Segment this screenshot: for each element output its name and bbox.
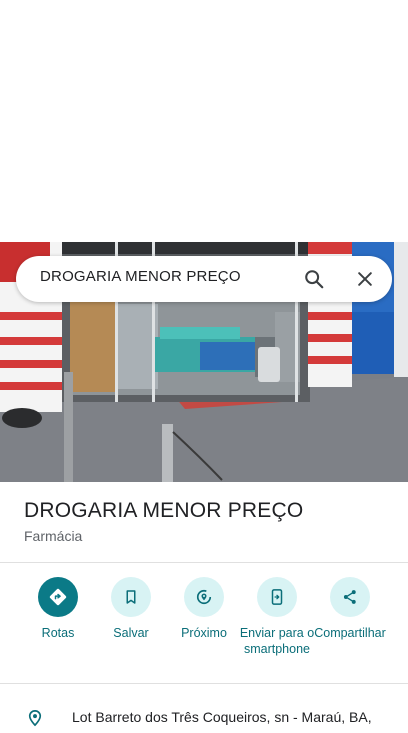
directions-icon [38, 577, 78, 617]
send-to-phone-label: Enviar para o smartphone [239, 626, 315, 656]
share-label: Compartilhar [314, 626, 386, 640]
bookmark-icon [111, 577, 151, 617]
action-bar: Rotas Salvar Próximo Enviar para o smart… [0, 577, 408, 677]
close-icon[interactable] [351, 265, 379, 293]
send-to-phone-button[interactable]: Enviar para o smartphone [237, 577, 317, 657]
divider [0, 683, 408, 684]
address-row[interactable]: Lot Barreto dos Três Coqueiros, sn - Mar… [0, 696, 408, 727]
search-icon[interactable] [300, 265, 328, 293]
divider [0, 562, 408, 563]
place-title: DROGARIA MENOR PREÇO [24, 499, 304, 522]
send-to-phone-icon [257, 577, 297, 617]
address-text: Lot Barreto dos Três Coqueiros, sn - Mar… [72, 709, 372, 725]
save-button[interactable]: Salvar [91, 577, 171, 641]
map-blank-area [0, 0, 408, 242]
nearby-button[interactable]: Próximo [164, 577, 244, 641]
place-category[interactable]: Farmácia [24, 528, 82, 544]
search-input[interactable]: DROGARIA MENOR PREÇO [40, 268, 241, 285]
directions-label: Rotas [41, 626, 75, 640]
nearby-icon [184, 577, 224, 617]
directions-button[interactable]: Rotas [18, 577, 98, 641]
save-label: Salvar [113, 626, 149, 640]
share-button[interactable]: Compartilhar [310, 577, 390, 641]
search-bar[interactable]: DROGARIA MENOR PREÇO [16, 256, 392, 302]
location-pin-icon [26, 708, 44, 733]
nearby-label: Próximo [181, 626, 227, 640]
share-icon [330, 577, 370, 617]
